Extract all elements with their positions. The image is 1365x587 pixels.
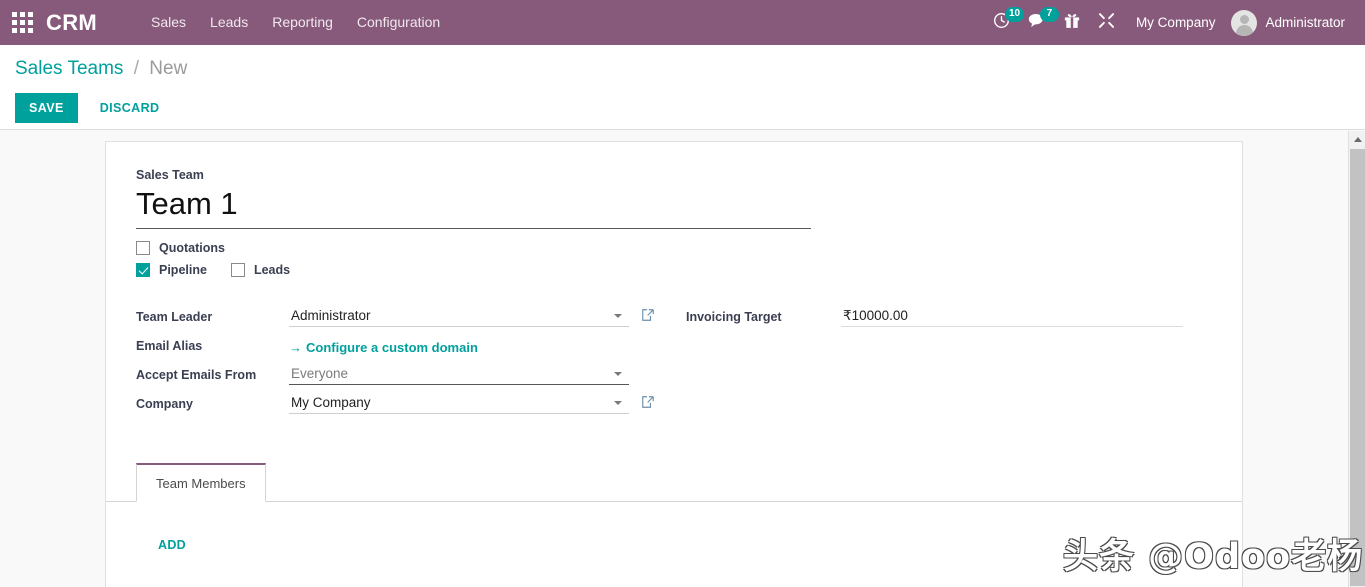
breadcrumb: Sales Teams / New [15, 58, 187, 80]
field-email-alias: Email Alias → Configure a custom domain [136, 332, 674, 361]
apps-grid-icon[interactable] [12, 11, 34, 34]
user-menu-label: Administrator [1265, 15, 1345, 30]
quotations-checkbox-row[interactable]: Quotations [136, 241, 1212, 255]
company-switcher[interactable]: My Company [1124, 15, 1228, 30]
scrollbar-thumb[interactable] [1350, 149, 1365, 586]
messages-menu[interactable]: 7 [1019, 0, 1059, 45]
record-action-buttons: SAVE DISCARD [15, 93, 173, 123]
breadcrumb-current: New [149, 58, 188, 79]
top-navbar: CRM Sales Leads Reporting Configuration … [0, 0, 1365, 45]
quotations-label: Quotations [159, 241, 225, 255]
chevron-up-icon[interactable] [1349, 131, 1365, 148]
tools-wrench-icon [1098, 12, 1115, 34]
menu-configuration[interactable]: Configuration [345, 0, 452, 45]
tab-team-members[interactable]: Team Members [136, 463, 266, 502]
team-leader-external-link-icon[interactable] [641, 308, 655, 327]
activities-menu[interactable]: 10 [984, 0, 1025, 45]
accept-emails-from-input[interactable] [289, 363, 629, 385]
email-alias-label: Email Alias [136, 339, 203, 353]
team-leader-input[interactable] [289, 305, 629, 327]
navbar-systray: 10 7 My Company Administrator [984, 0, 1365, 45]
leads-label: Leads [253, 263, 291, 277]
gift-icon [1064, 12, 1080, 34]
team-members-pane: ADD [136, 502, 1212, 587]
quotations-checkbox[interactable] [136, 241, 150, 255]
form-columns: Team Leader Administrator Email Alias → … [136, 303, 1212, 419]
form-view-background: Sales Team Quotations Pipeline Leads [0, 131, 1348, 587]
pipeline-leads-checkbox-row: Pipeline Leads [136, 263, 1212, 277]
save-button[interactable]: SAVE [15, 93, 78, 123]
form-left-column: Team Leader Administrator Email Alias → … [136, 303, 674, 419]
app-brand-crm[interactable]: CRM [46, 10, 97, 36]
arrow-right-icon: → [289, 340, 302, 355]
notebook-tabs: Team Members [106, 463, 1242, 502]
user-avatar-icon [1231, 9, 1258, 36]
team-leader-label: Team Leader [136, 310, 213, 324]
control-panel: Sales Teams / New SAVE DISCARD [0, 45, 1365, 130]
field-company: Company [136, 390, 674, 419]
breadcrumb-separator: / [133, 58, 139, 79]
pipeline-checkbox[interactable] [136, 263, 150, 277]
pipeline-label: Pipeline [159, 263, 207, 277]
notebook: Team Members ADD [106, 463, 1242, 587]
leads-checkbox[interactable] [230, 263, 245, 277]
field-invoicing-target: Invoicing Target [686, 303, 1212, 332]
sales-team-label: Sales Team [136, 168, 204, 182]
invoicing-target-input[interactable] [840, 305, 1183, 327]
add-team-member-button[interactable]: ADD [158, 538, 186, 552]
vertical-scrollbar[interactable] [1348, 131, 1365, 587]
company-external-link-icon[interactable] [641, 395, 655, 414]
invoicing-target-label: Invoicing Target [685, 310, 782, 324]
team-options-group: Quotations Pipeline Leads [136, 241, 1212, 277]
accept-emails-from-dropdown-caret[interactable] [614, 372, 622, 376]
form-right-column: Invoicing Target [674, 303, 1212, 419]
menu-reporting[interactable]: Reporting [260, 0, 345, 45]
debug-tools-menu[interactable] [1089, 0, 1124, 45]
field-accept-emails-from: Accept Emails From [136, 361, 674, 390]
form-sheet: Sales Team Quotations Pipeline Leads [105, 141, 1243, 587]
company-dropdown-caret[interactable] [614, 401, 622, 405]
company-input[interactable] [289, 392, 629, 414]
team-leader-dropdown-caret[interactable] [614, 314, 622, 318]
menu-leads[interactable]: Leads [198, 0, 260, 45]
menu-sales[interactable]: Sales [139, 0, 198, 45]
field-team-leader: Team Leader [136, 303, 674, 332]
company-label: Company [136, 397, 193, 411]
configure-custom-domain-label: Configure a custom domain [306, 340, 478, 355]
configure-custom-domain-link[interactable]: → Configure a custom domain [289, 334, 478, 355]
accept-emails-from-label: Accept Emails From [136, 368, 257, 382]
breadcrumb-sales-teams[interactable]: Sales Teams [15, 58, 123, 79]
gift-menu[interactable] [1055, 0, 1089, 45]
discard-button[interactable]: DISCARD [86, 93, 174, 123]
sales-team-name-input[interactable] [136, 186, 811, 229]
user-menu[interactable]: Administrator [1227, 9, 1357, 36]
